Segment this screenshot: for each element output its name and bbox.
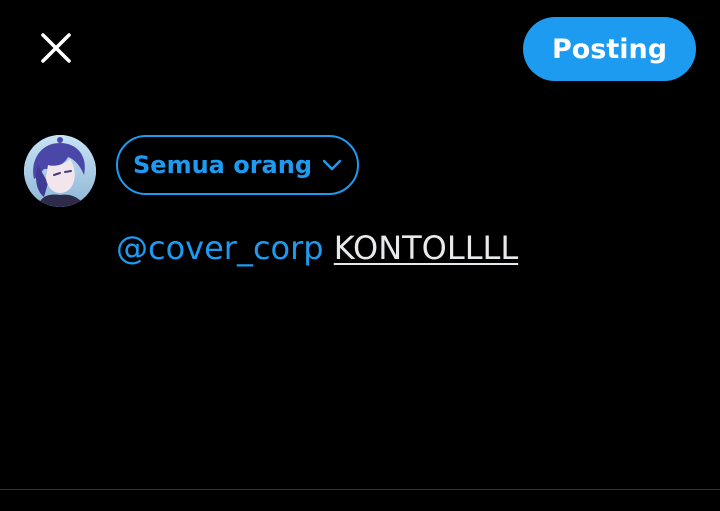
user-avatar <box>24 135 96 207</box>
close-icon <box>41 33 71 63</box>
typed-text: KONTOLLLL <box>333 229 519 267</box>
post-button[interactable]: Posting <box>523 17 696 81</box>
close-button[interactable] <box>31 23 81 73</box>
chevron-down-icon <box>322 159 342 171</box>
audience-selector[interactable]: Semua orang <box>116 135 359 195</box>
compose-post-screen: Posting Semua orang @cover_corp KONTOLLL… <box>0 0 720 511</box>
bottom-divider <box>0 489 720 490</box>
audience-label: Semua orang <box>133 151 312 179</box>
mention-text[interactable]: @cover_corp <box>116 229 324 267</box>
post-text-area[interactable]: @cover_corp KONTOLLLL <box>116 226 518 270</box>
avatar[interactable] <box>24 135 96 207</box>
